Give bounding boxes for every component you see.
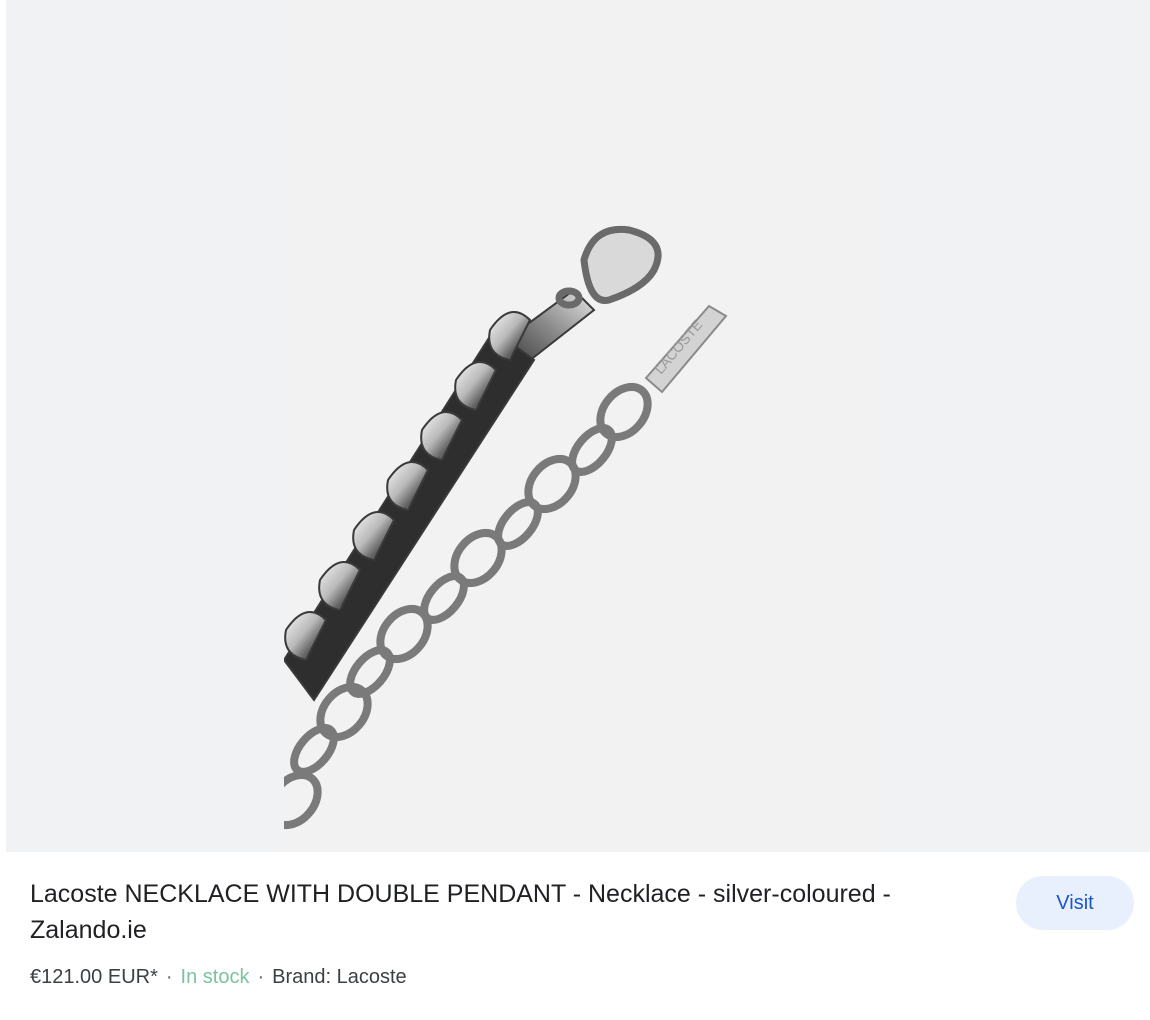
product-detail-panel: LACOSTE Lacoste NECKLACE WITH DOUBLE PEN… (0, 0, 1150, 1020)
product-image-area: LACOSTE (6, 0, 1150, 852)
visit-button[interactable]: Visit (1016, 876, 1134, 930)
stock-status: In stock (180, 966, 250, 988)
lobster-clasp (555, 225, 662, 309)
separator: · (257, 966, 265, 988)
price: €121.00 EUR* (30, 966, 158, 988)
product-photo[interactable]: LACOSTE (284, 0, 880, 852)
product-meta: €121.00 EUR* · In stock · Brand: Lacoste (30, 964, 407, 990)
pendant-tag: LACOSTE (644, 304, 728, 394)
curb-chain (284, 288, 596, 702)
separator: · (165, 966, 173, 988)
brand: Brand: Lacoste (272, 966, 407, 988)
product-title[interactable]: Lacoste NECKLACE WITH DOUBLE PENDANT - N… (30, 876, 970, 948)
